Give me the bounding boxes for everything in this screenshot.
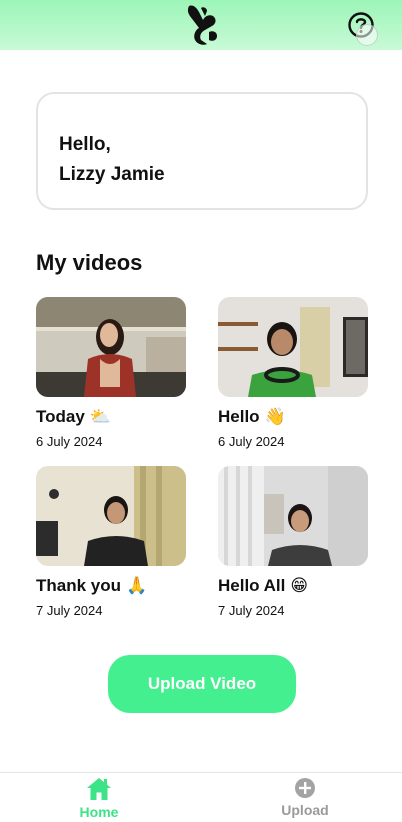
video-card-hello-all[interactable]: Hello All 😁 7 July 2024 xyxy=(218,466,368,618)
video-date: 7 July 2024 xyxy=(36,603,103,618)
video-title: Thank you xyxy=(36,576,122,595)
home-icon xyxy=(87,778,111,800)
nav-label-upload: Upload xyxy=(281,802,329,818)
video-card-thank-you[interactable]: Thank you 🙏 7 July 2024 xyxy=(36,466,186,618)
greeting-user-name: Lizzy Jamie xyxy=(59,164,165,185)
bottom-navigation: Home Upload xyxy=(0,772,402,822)
greeting-card: Hello, Lizzy Jamie xyxy=(36,92,368,210)
folded-hands-emoji-icon: 🙏 xyxy=(126,576,148,595)
app-screen: Hello, Lizzy Jamie My videos Today ⛅ 6 J… xyxy=(0,0,402,822)
touch-indicator xyxy=(356,24,378,46)
video-thumbnail[interactable] xyxy=(36,297,186,397)
grinning-emoji-icon: 😁 xyxy=(290,576,309,595)
video-thumbnail[interactable] xyxy=(218,297,368,397)
video-thumbnail[interactable] xyxy=(36,466,186,566)
video-date: 6 July 2024 xyxy=(36,434,103,449)
greeting-hello: Hello, xyxy=(59,134,111,155)
nav-item-upload[interactable]: Upload xyxy=(260,777,350,821)
video-date: 7 July 2024 xyxy=(218,603,285,618)
video-card-hello[interactable]: Hello 👋 6 July 2024 xyxy=(218,297,368,449)
video-date: 6 July 2024 xyxy=(218,434,285,449)
top-header xyxy=(0,0,402,50)
nav-item-home[interactable]: Home xyxy=(54,777,144,821)
nav-label-home: Home xyxy=(79,804,119,820)
video-title: Hello xyxy=(218,407,260,426)
video-card-today[interactable]: Today ⛅ 6 July 2024 xyxy=(36,297,186,449)
my-videos-heading: My videos xyxy=(36,250,143,275)
upload-video-button[interactable]: Upload Video xyxy=(108,655,296,713)
cloud-sun-emoji-icon: ⛅ xyxy=(89,407,111,426)
video-title: Today xyxy=(36,407,85,426)
video-title: Hello All xyxy=(218,576,286,595)
video-thumbnail[interactable] xyxy=(218,466,368,566)
plus-circle-icon xyxy=(295,778,315,798)
hands-sign-logo-icon xyxy=(183,2,221,46)
waving-hand-emoji-icon: 👋 xyxy=(264,407,286,426)
